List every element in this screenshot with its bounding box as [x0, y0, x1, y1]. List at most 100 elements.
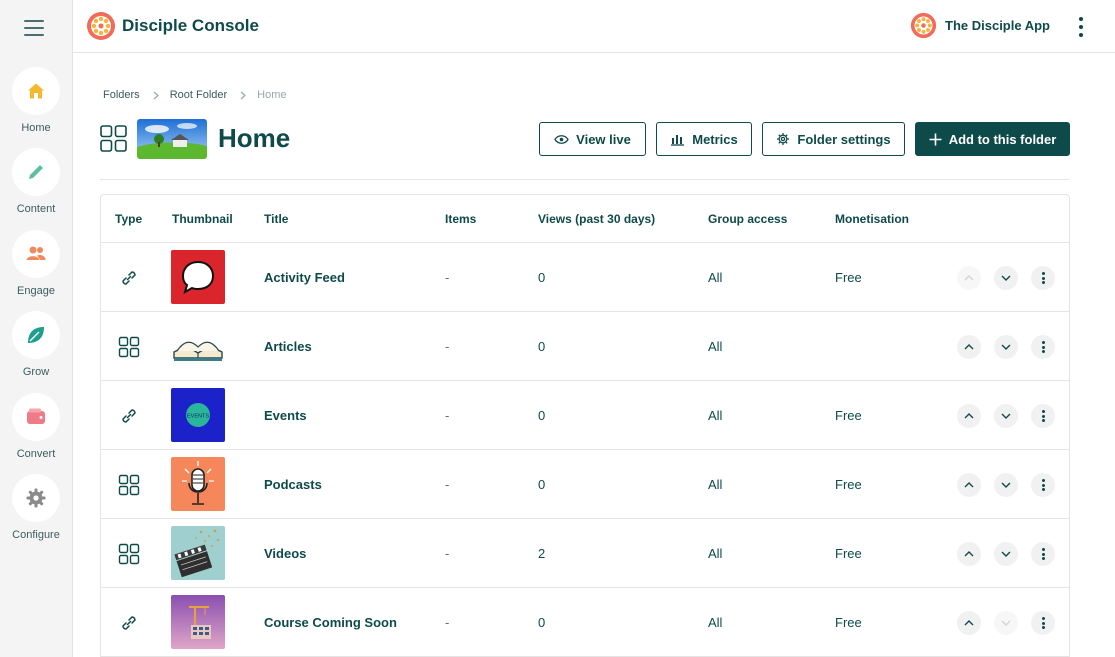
move-up-button[interactable] — [957, 404, 981, 428]
more-vertical-icon — [1041, 548, 1045, 560]
top-header: Disciple Console The Disciple App — [73, 0, 1115, 53]
page-title: Home — [218, 123, 291, 153]
table-row[interactable]: Podcasts - 0 All Free — [101, 450, 1069, 519]
move-up-button[interactable] — [957, 335, 981, 359]
column-header-group-access: Group access — [708, 212, 788, 226]
brand[interactable]: Disciple Console — [86, 11, 259, 41]
move-down-button[interactable] — [994, 542, 1018, 566]
app-switcher[interactable]: The Disciple App — [910, 12, 1050, 39]
move-up-button[interactable] — [957, 266, 981, 290]
row-title[interactable]: Events — [264, 408, 307, 423]
row-group-access: All — [708, 339, 723, 354]
row-thumbnail — [171, 457, 225, 511]
row-items: - — [445, 270, 450, 285]
row-title[interactable]: Activity Feed — [264, 270, 345, 285]
folder-grid-icon — [118, 336, 140, 358]
row-title[interactable]: Course Coming Soon — [264, 615, 397, 630]
row-group-access: All — [708, 546, 723, 561]
row-title[interactable]: Videos — [264, 546, 306, 561]
metrics-label: Metrics — [692, 131, 738, 147]
sidebar-item-home[interactable]: Home — [0, 67, 72, 134]
table-row[interactable]: Videos - 2 All Free — [101, 519, 1069, 588]
column-header-monetisation: Monetisation — [835, 212, 909, 226]
row-more-button[interactable] — [1031, 611, 1055, 635]
table-row[interactable]: EVENTS Events - 0 All Free — [101, 381, 1069, 450]
sidebar-item-content[interactable]: Content — [0, 148, 72, 215]
row-views: 0 — [538, 408, 546, 423]
row-title[interactable]: Podcasts — [264, 477, 322, 492]
content-table: Type Thumbnail Title Items Views (past 3… — [100, 194, 1070, 657]
row-thumbnail — [171, 595, 225, 649]
chevron-up-icon — [964, 413, 974, 419]
add-to-folder-button[interactable]: Add to this folder — [915, 122, 1070, 156]
eye-icon — [554, 134, 569, 144]
folder-settings-label: Folder settings — [797, 131, 891, 147]
row-thumbnail — [171, 319, 225, 373]
metrics-button[interactable]: Metrics — [656, 122, 752, 156]
menu-icon[interactable] — [24, 19, 44, 37]
row-items: - — [445, 477, 450, 492]
column-header-type: Type — [115, 212, 143, 226]
folder-settings-button[interactable]: Folder settings — [762, 122, 905, 156]
row-views: 2 — [538, 546, 546, 561]
chevron-up-icon — [964, 344, 974, 350]
logo-icon — [87, 12, 115, 40]
row-monetisation: Free — [835, 477, 862, 492]
move-down-button[interactable] — [994, 611, 1018, 635]
row-thumbnail — [171, 250, 225, 304]
events-thumb-text: EVENTS — [187, 414, 209, 420]
move-up-button[interactable] — [957, 611, 981, 635]
column-header-views: Views (past 30 days) — [538, 212, 656, 226]
view-live-button[interactable]: View live — [539, 122, 646, 156]
pencil-icon — [29, 165, 43, 179]
sidebar-item-label: Grow — [22, 366, 50, 378]
move-up-button[interactable] — [957, 473, 981, 497]
chevron-down-icon — [1001, 413, 1011, 419]
app-logo-icon — [910, 12, 937, 39]
row-more-button[interactable] — [1031, 542, 1055, 566]
row-thumbnail: EVENTS — [171, 388, 225, 442]
more-vertical-icon — [1041, 479, 1045, 491]
more-vertical-icon — [1041, 272, 1045, 284]
folder-grid-icon — [118, 543, 140, 565]
folder-thumbnail — [137, 119, 207, 159]
app-name: The Disciple App — [945, 18, 1050, 33]
sidebar-item-label: Home — [21, 122, 51, 134]
sidebar-item-convert[interactable]: Convert — [0, 393, 72, 460]
view-live-label: View live — [576, 131, 631, 147]
move-down-button[interactable] — [994, 473, 1018, 497]
sidebar-item-grow[interactable]: Grow — [0, 311, 72, 378]
link-icon — [122, 409, 136, 423]
move-down-button[interactable] — [994, 335, 1018, 359]
plus-icon — [929, 133, 942, 145]
row-monetisation: Free — [835, 615, 862, 630]
more-vertical-icon — [1041, 341, 1045, 353]
table-row[interactable]: Course Coming Soon - 0 All Free — [101, 588, 1069, 657]
row-views: 0 — [538, 339, 546, 354]
table-row[interactable]: Articles - 0 All — [101, 312, 1069, 381]
move-down-button[interactable] — [994, 266, 1018, 290]
row-views: 0 — [538, 615, 546, 630]
gear-icon — [777, 132, 790, 146]
row-more-button[interactable] — [1031, 266, 1055, 290]
folder-grid-icon — [118, 474, 140, 496]
more-options-icon[interactable] — [1074, 17, 1088, 37]
move-down-button[interactable] — [994, 404, 1018, 428]
table-row[interactable]: Activity Feed - 0 All Free — [101, 243, 1069, 312]
row-more-button[interactable] — [1031, 335, 1055, 359]
chevron-down-icon — [1001, 344, 1011, 350]
row-group-access: All — [708, 408, 723, 423]
row-more-button[interactable] — [1031, 473, 1055, 497]
row-more-button[interactable] — [1031, 404, 1055, 428]
row-items: - — [445, 408, 450, 423]
move-up-button[interactable] — [957, 542, 981, 566]
people-icon — [26, 246, 46, 260]
sidebar-item-label: Convert — [16, 448, 56, 460]
row-title[interactable]: Articles — [264, 339, 312, 354]
breadcrumb-root-folder[interactable]: Root Folder — [170, 89, 227, 101]
chevron-down-icon — [1001, 551, 1011, 557]
breadcrumb-folders[interactable]: Folders — [103, 89, 140, 101]
sidebar-item-engage[interactable]: Engage — [0, 230, 72, 297]
sidebar-item-configure[interactable]: Configure — [0, 474, 72, 541]
row-views: 0 — [538, 270, 546, 285]
